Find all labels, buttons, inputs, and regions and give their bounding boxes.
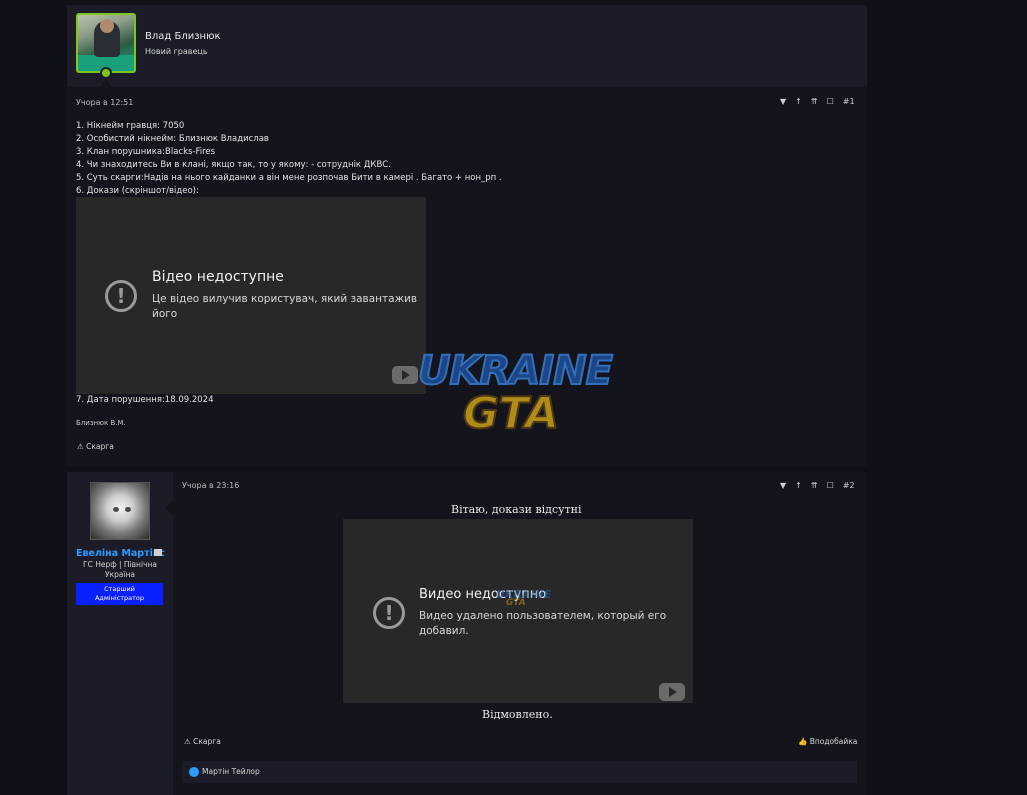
warning-icon: ⚠ bbox=[184, 737, 191, 746]
username[interactable]: Евеліна Мартінс bbox=[76, 548, 165, 559]
chevron-down-icon[interactable]: ▼ bbox=[780, 97, 786, 106]
video-message-line: його bbox=[152, 308, 178, 320]
reaction-user[interactable]: Мартін Тейлор bbox=[202, 767, 260, 776]
post-actions: ▼ ↑ ⇈ ☐ #1 bbox=[780, 97, 855, 106]
chevron-down-icon[interactable]: ▼ bbox=[780, 481, 786, 490]
report-button[interactable]: ⚠ Скарга bbox=[184, 737, 221, 746]
video-embed[interactable]: ! Відео недоступне Це відео вилучив кори… bbox=[76, 197, 426, 394]
watermark-text: GTA bbox=[506, 598, 526, 608]
avatar-image bbox=[100, 19, 114, 33]
post-number[interactable]: #1 bbox=[843, 97, 855, 106]
share-icon[interactable]: ⇈ bbox=[811, 481, 818, 490]
video-embed[interactable]: ! Видео недоступно Видео удалено пользов… bbox=[343, 519, 693, 703]
post-greeting: Вітаю, докази відсутні bbox=[451, 503, 582, 516]
role-line: Старший bbox=[104, 585, 135, 593]
arrow-up-icon[interactable]: ↑ bbox=[795, 97, 802, 106]
signature: Близнюк В.М. bbox=[76, 419, 126, 427]
post-1: Влад Близнюк Новий гравець Учора в 12:51… bbox=[67, 5, 867, 466]
youtube-icon[interactable] bbox=[659, 683, 685, 701]
video-message-line: добавил. bbox=[419, 625, 469, 637]
exclamation-icon: ! bbox=[105, 280, 137, 312]
post-line: 1. Нікнейм гравця: 7050 bbox=[76, 121, 185, 131]
post-line: 3. Клан порушника:Blacks-Fires bbox=[76, 147, 216, 157]
warning-icon: ⚠ bbox=[77, 442, 84, 451]
report-label: Скарга bbox=[193, 737, 221, 746]
like-button[interactable]: 👍 Вподобайка bbox=[798, 737, 857, 746]
online-status-icon bbox=[100, 67, 112, 79]
video-unavailable-title: Відео недоступне bbox=[152, 269, 284, 285]
role-badge: Старший Адміністратор bbox=[76, 583, 163, 605]
role-line: Адміністратор bbox=[94, 594, 145, 602]
share-icon[interactable]: ⇈ bbox=[811, 97, 818, 106]
video-unavailable-message: Це відео вилучив користувач, який завант… bbox=[152, 292, 417, 322]
post-line: 7. Дата порушення:18.09.2024 bbox=[76, 395, 214, 405]
youtube-icon[interactable] bbox=[392, 366, 418, 384]
report-button[interactable]: ⚠ Скарга bbox=[77, 442, 114, 451]
post-line: 4. Чи знаходитесь Ви в клані, якщо так, … bbox=[76, 160, 391, 170]
username[interactable]: Влад Близнюк bbox=[145, 31, 221, 42]
thumbs-up-icon: 👍 bbox=[798, 737, 808, 746]
avatar-image bbox=[113, 507, 119, 512]
avatar[interactable] bbox=[90, 482, 150, 540]
avatar[interactable] bbox=[76, 13, 136, 73]
user-badge-icon bbox=[154, 549, 162, 556]
thread-container: Влад Близнюк Новий гравець Учора в 12:51… bbox=[67, 0, 867, 795]
post-number[interactable]: #2 bbox=[843, 481, 855, 490]
like-reaction-icon bbox=[189, 767, 199, 777]
bookmark-icon[interactable]: ☐ bbox=[827, 97, 834, 106]
like-label: Вподобайка bbox=[809, 737, 858, 746]
reactions-bar[interactable]: Мартін Тейлор bbox=[182, 761, 857, 783]
video-message-line: Видео удалено пользователем, который его bbox=[419, 610, 667, 622]
post-line: 5. Суть скарги:Надів на нього кайданки а… bbox=[76, 173, 502, 183]
post-1-body: 1. Нікнейм гравця: 7050 2. Особистий нік… bbox=[76, 120, 502, 198]
user-title-line: ГС Нерф | Північна bbox=[83, 560, 157, 569]
caret-icon bbox=[100, 79, 112, 87]
user-title-line: Україна bbox=[104, 570, 136, 579]
post-2-user-sidebar: Евеліна Мартінс ГС Нерф | Північна Украї… bbox=[67, 472, 173, 795]
caret-icon bbox=[165, 500, 173, 516]
report-label: Скарга bbox=[86, 442, 114, 451]
video-message-line: Це відео вилучив користувач, який завант… bbox=[152, 293, 418, 305]
post-line: 2. Особистий нікнейм: Близнюк Владислав bbox=[76, 134, 269, 144]
bookmark-icon[interactable]: ☐ bbox=[827, 481, 834, 490]
exclamation-icon: ! bbox=[373, 597, 405, 629]
post-timestamp[interactable]: Учора в 23:16 bbox=[182, 481, 239, 490]
post-1-user-header: Влад Близнюк Новий гравець bbox=[67, 5, 867, 87]
video-unavailable-message: Видео удалено пользователем, который его… bbox=[419, 609, 666, 639]
user-title: ГС Нерф | Північна Україна bbox=[77, 560, 163, 580]
avatar-image bbox=[125, 507, 131, 512]
post-timestamp[interactable]: Учора в 12:51 bbox=[76, 98, 133, 107]
user-title: Новий гравець bbox=[145, 47, 208, 56]
post-actions: ▼ ↑ ⇈ ☐ #2 bbox=[780, 481, 855, 490]
post-verdict: Відмовлено. bbox=[482, 708, 553, 721]
arrow-up-icon[interactable]: ↑ bbox=[795, 481, 802, 490]
post-2: Евеліна Мартінс ГС Нерф | Північна Украї… bbox=[67, 472, 867, 795]
